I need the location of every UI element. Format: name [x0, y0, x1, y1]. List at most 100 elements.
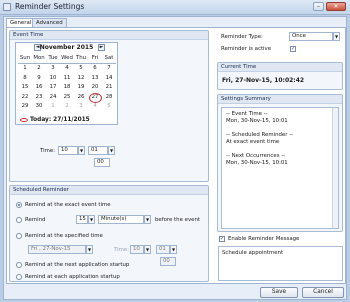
settings-summary-title: Settings Summary [218, 95, 342, 104]
calendar-day[interactable]: 27 [88, 92, 102, 103]
reminder-type-select[interactable]: Once [289, 32, 333, 41]
summary-line: Mon, 30-Nov-15, 10:01 [226, 118, 288, 124]
calendar-day[interactable]: 8 [18, 74, 32, 84]
remind-unit-select[interactable]: Minute(s) [98, 215, 144, 224]
calendar-day[interactable]: 3 [74, 102, 88, 112]
radio-remind-before-label[interactable]: Remind [25, 217, 45, 223]
calendar-day[interactable]: 22 [18, 93, 32, 103]
remind-unit-dropdown-icon[interactable]: ▼ [144, 215, 151, 224]
current-time-value: Fri, 27-Nov-15, 10:02:42 [222, 77, 305, 84]
calendar-day[interactable]: 25 [60, 93, 74, 103]
time-label: Time: [40, 148, 56, 154]
reminder-type-dropdown-icon[interactable]: ▼ [333, 32, 340, 41]
calendar-day[interactable]: 3 [46, 64, 60, 74]
calendar-day[interactable]: 20 [88, 83, 102, 93]
specified-hour-dropdown-icon[interactable]: ▼ [144, 245, 151, 254]
close-button[interactable]: ✕ [326, 2, 346, 11]
save-button[interactable]: Save [260, 287, 298, 298]
minimize-button[interactable]: – [313, 2, 324, 11]
calendar-today-link[interactable]: Today: 27/11/2015 [20, 117, 90, 123]
summary-line: -- Scheduled Reminder -- [226, 132, 294, 138]
summary-line: -- Next Occurrences -- [226, 153, 286, 159]
minute-dropdown-icon[interactable]: ▼ [108, 146, 115, 155]
calendar-day[interactable]: 2 [60, 102, 74, 112]
calendar-day[interactable]: 12 [74, 74, 88, 84]
radio-exact-time[interactable] [16, 202, 22, 208]
cancel-button[interactable]: Cancel [302, 287, 344, 298]
event-time-group: Event Time ◄ November 2015 ► Sun Mon Tue We… [9, 30, 209, 182]
radio-specified-time-label[interactable]: Remind at the specified time [25, 233, 103, 239]
calendar-day[interactable]: 17 [46, 83, 60, 93]
calendar-day[interactable]: 29 [18, 102, 32, 112]
calendar-weekday-label: Sat [102, 54, 116, 64]
specified-date-dropdown-icon[interactable]: ▼ [86, 245, 93, 254]
radio-next-startup[interactable] [16, 262, 22, 268]
calendar-days[interactable]: 1 2 3 4 5 6 7 8 9 10 11 12 13 14 15 16 17 18 19 20 21 22 23 24 2… [18, 64, 116, 112]
specified-minute-select[interactable]: 01 [156, 245, 170, 254]
specified-minute-dropdown-icon[interactable]: ▼ [170, 245, 177, 254]
specified-seconds-field[interactable]: 00 [160, 257, 176, 266]
reminder-message-textarea[interactable]: Schedule appointment [218, 246, 343, 281]
radio-exact-time-label[interactable]: Remind at the exact event time [25, 202, 111, 208]
enable-message-checkbox[interactable]: ✓ [219, 236, 225, 242]
settings-summary-group: Settings Summary -- Event Time -- Mon, 3… [217, 94, 343, 232]
calendar-day[interactable]: 21 [102, 83, 116, 93]
reminder-active-label: Reminder is active [221, 46, 272, 52]
calendar-day[interactable]: 11 [60, 74, 74, 84]
calendar-day[interactable]: 10 [46, 74, 60, 84]
calendar-day[interactable]: 2 [32, 64, 46, 74]
radio-remind-before[interactable] [16, 217, 22, 223]
calendar-day[interactable]: 18 [60, 83, 74, 93]
hour-dropdown-icon[interactable]: ▼ [78, 146, 85, 155]
calendar[interactable]: ◄ November 2015 ► Sun Mon Tue Wed Thu Fri Sat … [15, 42, 118, 125]
hour-select[interactable]: 10 [58, 146, 78, 155]
calendar-day[interactable]: 14 [102, 74, 116, 84]
remind-amount-dropdown-icon[interactable]: ▼ [88, 215, 95, 224]
calendar-day[interactable]: 28 [102, 93, 116, 103]
summary-line: At exact event time [226, 139, 280, 145]
calendar-day[interactable]: 6 [88, 64, 102, 74]
radio-next-startup-label[interactable]: Remind at the next application startup [25, 262, 129, 268]
calendar-day[interactable]: 26 [74, 93, 88, 103]
calendar-weekday-label: Sun [18, 54, 32, 64]
remind-amount-field[interactable]: 15 [76, 215, 88, 224]
calendar-day[interactable]: 4 [60, 64, 74, 74]
calendar-day[interactable]: 24 [46, 93, 60, 103]
tab-advanced[interactable]: Advanced [32, 18, 67, 27]
calendar-day[interactable]: 23 [32, 93, 46, 103]
calendar-day[interactable]: 15 [18, 83, 32, 93]
summary-line: -- Event Time -- [226, 111, 268, 117]
calendar-day[interactable]: 1 [18, 64, 32, 74]
specified-date-picker[interactable]: Fri , 27-Nov-15 [28, 245, 86, 254]
dialog-body: General Advanced Event Time ◄ November 2… [3, 16, 347, 300]
calendar-day[interactable]: 16 [32, 83, 46, 93]
calendar-day[interactable]: 9 [32, 74, 46, 84]
title-bar: Reminder Settings – ✕ [0, 0, 350, 15]
seconds-field[interactable]: 00 [94, 158, 110, 167]
today-circle-icon [20, 117, 28, 122]
calendar-weekday-header: Sun Mon Tue Wed Thu Fri Sat [18, 54, 116, 64]
calendar-next-month-button[interactable]: ► [98, 44, 105, 51]
radio-each-startup-label[interactable]: Remind at each application startup [25, 274, 120, 280]
calendar-day[interactable]: 13 [88, 74, 102, 84]
calendar-weekday-label: Fri [88, 54, 102, 64]
radio-each-startup[interactable] [16, 274, 22, 280]
summary-scrollbar[interactable] [332, 108, 338, 228]
calendar-day[interactable]: 30 [32, 102, 46, 112]
specified-hour-select[interactable]: 10 [130, 245, 144, 254]
enable-message-label: Enable Reminder Message [228, 236, 300, 242]
calendar-day[interactable]: 1 [46, 102, 60, 112]
calendar-weekday-label: Mon [32, 54, 46, 64]
calendar-weekday-label: Wed [60, 54, 74, 64]
calendar-day[interactable]: 5 [102, 102, 116, 112]
calendar-day[interactable]: 19 [74, 83, 88, 93]
today-label: Today: 27/11/2015 [30, 117, 90, 123]
calendar-day[interactable]: 4 [88, 102, 102, 112]
radio-specified-time[interactable] [16, 233, 22, 239]
reminder-message-text: Schedule appointment [222, 250, 284, 256]
calendar-day[interactable]: 5 [74, 64, 88, 74]
minute-select[interactable]: 01 [88, 146, 108, 155]
reminder-active-checkbox[interactable]: ✓ [290, 46, 296, 52]
calendar-day[interactable]: 7 [102, 64, 116, 74]
app-icon [3, 3, 11, 11]
